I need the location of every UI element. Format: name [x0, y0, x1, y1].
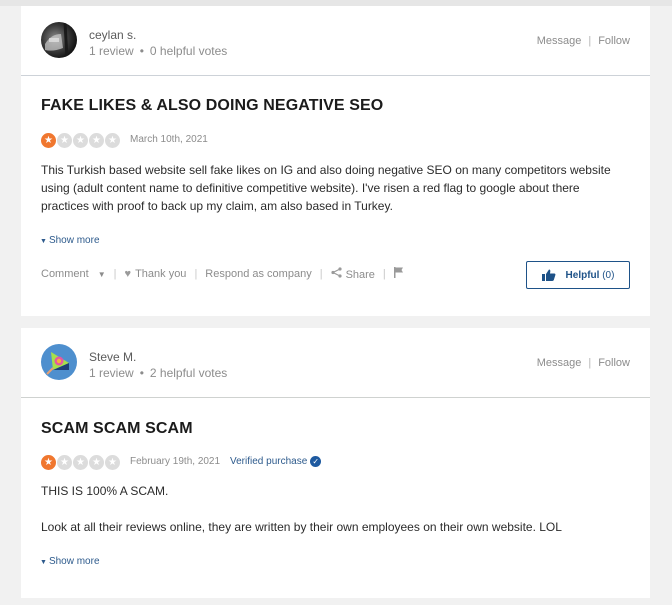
comment-label: Comment	[41, 268, 89, 280]
star-empty-icon: ★	[89, 455, 104, 470]
star-rating: ★ ★ ★ ★ ★	[41, 455, 120, 470]
user-name[interactable]: ceylan s.	[89, 28, 136, 42]
helpful-count: (0)	[602, 269, 615, 281]
message-link[interactable]: Message	[537, 357, 582, 369]
flag-button[interactable]	[393, 267, 404, 281]
review-count: 1 review	[89, 44, 134, 58]
separator: |	[319, 268, 323, 280]
separator: |	[382, 268, 386, 280]
caret-down-icon: ▼	[40, 559, 47, 566]
review-card: Steve M. 1 review • 2 helpful votes Messag…	[21, 328, 650, 598]
separator: |	[588, 35, 592, 47]
helpful-votes-count: 2 helpful votes	[149, 366, 228, 380]
review-header: Steve M. 1 review • 2 helpful votes Messag…	[21, 328, 650, 398]
star-empty-icon: ★	[105, 133, 120, 148]
star-filled-icon: ★	[41, 133, 56, 148]
message-link[interactable]: Message	[537, 35, 582, 47]
user-photo-avatar-icon	[41, 22, 77, 58]
user-avatar[interactable]	[41, 22, 77, 58]
header-links: Message | Follow	[537, 35, 630, 47]
chevron-down-icon: ▼	[97, 270, 106, 279]
comment-button[interactable]: Comment ▼	[41, 268, 106, 280]
star-empty-icon: ★	[57, 455, 72, 470]
review-date: March 10th, 2021	[130, 134, 208, 145]
review-date: February 19th, 2021	[130, 456, 221, 467]
review-header: ceylan s. 1 review • 0 helpful votes Messa…	[21, 6, 650, 76]
header-links: Message | Follow	[537, 357, 630, 369]
helpful-label: Helpful	[565, 269, 600, 281]
star-filled-icon: ★	[41, 455, 56, 470]
review-title[interactable]: SCAM SCAM SCAM	[41, 420, 193, 438]
user-logo-avatar-icon	[41, 344, 77, 380]
review-body: This Turkish based website sell fake lik…	[41, 163, 611, 213]
separator: |	[194, 268, 198, 280]
review-body-line: Look at all their reviews online, they a…	[41, 520, 562, 534]
show-more-link[interactable]: ▼ Show more	[40, 235, 100, 246]
show-more-label: Show more	[48, 235, 100, 246]
thank-you-label: Thank you	[135, 268, 187, 280]
user-meta: 1 review • 0 helpful votes	[89, 44, 227, 58]
review-title[interactable]: FAKE LIKES & ALSO DOING NEGATIVE SEO	[41, 97, 383, 115]
thank-you-button[interactable]: ♥ Thank you	[125, 268, 187, 280]
follow-link[interactable]: Follow	[598, 357, 630, 369]
helpful-button[interactable]: Helpful (0)	[526, 261, 630, 289]
user-avatar[interactable]	[41, 344, 77, 380]
heart-icon: ♥	[124, 268, 132, 280]
verified-label: Verified purchase	[230, 456, 308, 467]
star-empty-icon: ★	[73, 455, 88, 470]
user-name[interactable]: Steve M.	[89, 350, 136, 364]
helpful-votes-count: 0 helpful votes	[149, 44, 228, 58]
dot-separator: •	[139, 44, 144, 58]
dot-separator: •	[139, 366, 144, 380]
share-label: Share	[345, 269, 375, 281]
separator: |	[588, 357, 592, 369]
show-more-link[interactable]: ▼ Show more	[40, 556, 100, 567]
star-rating: ★ ★ ★ ★ ★	[41, 133, 120, 148]
follow-link[interactable]: Follow	[598, 35, 630, 47]
flag-icon	[393, 267, 403, 278]
star-empty-icon: ★	[57, 133, 72, 148]
show-more-label: Show more	[48, 556, 100, 567]
review-card: ceylan s. 1 review • 0 helpful votes Messa…	[21, 6, 650, 316]
checkmark-icon: ✓	[310, 456, 322, 467]
star-empty-icon: ★	[73, 133, 88, 148]
star-empty-icon: ★	[105, 455, 120, 470]
review-body-line: THIS IS 100% A SCAM.	[41, 484, 169, 498]
thumbs-up-icon	[541, 269, 555, 281]
share-button[interactable]: Share	[330, 267, 375, 281]
star-empty-icon: ★	[89, 133, 104, 148]
review-actions: Comment ▼ | ♥ Thank you | Respond as comp…	[41, 267, 404, 281]
share-icon	[330, 267, 342, 281]
caret-down-icon: ▼	[40, 238, 47, 245]
respond-as-company-button[interactable]: Respond as company	[205, 268, 311, 280]
review-count: 1 review	[89, 366, 134, 380]
verified-purchase-badge: Verified purchase ✓	[230, 456, 322, 467]
user-meta: 1 review • 2 helpful votes	[89, 366, 227, 380]
separator: |	[113, 268, 117, 280]
